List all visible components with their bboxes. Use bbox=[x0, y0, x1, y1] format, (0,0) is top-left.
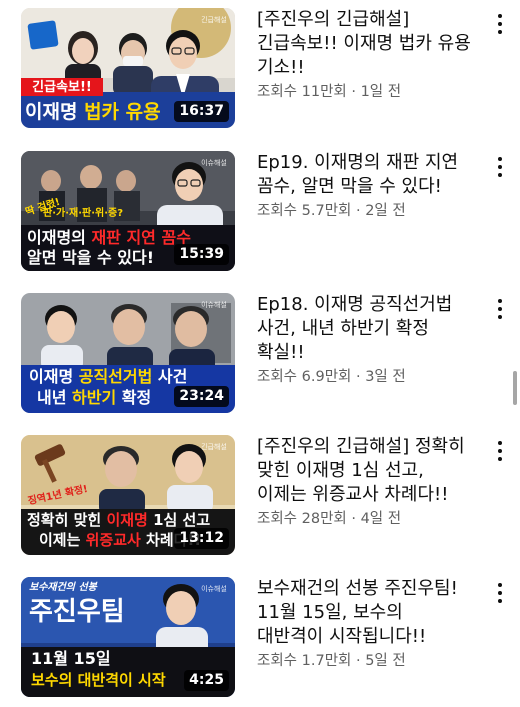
thumbnail-big-text: 주진우팀 bbox=[29, 597, 125, 627]
video-title[interactable]: Ep19. 이재명의 재판 지연 꼼수, 알면 막을 수 있다! bbox=[257, 151, 472, 199]
caption-highlight: 공직선거법 bbox=[78, 367, 153, 386]
video-meta: Ep19. 이재명의 재판 지연 꼼수, 알면 막을 수 있다! 조회수 5.7… bbox=[257, 151, 472, 221]
video-thumbnail[interactable]: 보수재건의 선봉 주진우팀 11월 15일 보수의 대반격이 시작 이슈해설 4… bbox=[21, 577, 235, 697]
thumbnail-subtitle: 판·가·재·판·위·증? bbox=[43, 208, 123, 219]
vertical-ellipsis-icon bbox=[488, 157, 512, 177]
duration-badge: 13:12 bbox=[174, 528, 229, 549]
vertical-ellipsis-icon bbox=[488, 14, 512, 34]
caption-part: 이재명 bbox=[29, 367, 79, 386]
more-options-button[interactable] bbox=[488, 157, 512, 185]
video-stats: 조회수 5.7만회 · 2일 전 bbox=[257, 203, 406, 219]
duration-badge: 15:39 bbox=[174, 244, 229, 265]
more-options-button[interactable] bbox=[488, 14, 512, 42]
caption-part: 사건 bbox=[152, 367, 188, 386]
caption-highlight: 하반기 bbox=[72, 388, 117, 407]
video-item[interactable]: 긴급속보!! 이재명 법카 유용 긴급해설 16:37 [주진우의 긴급해설] … bbox=[0, 8, 520, 138]
channel-logo: 이슈해설 bbox=[201, 585, 227, 593]
video-thumbnail[interactable]: 이재명 공직선거법 사건 내년 하반기 확정 이슈해설 23:24 bbox=[21, 293, 235, 413]
caption-part: 이재명의 bbox=[27, 228, 92, 247]
thumbnail-badge: 긴급속보!! bbox=[32, 80, 92, 95]
caption-part: 내년 bbox=[37, 388, 73, 407]
video-feed: 긴급속보!! 이재명 법카 유용 긴급해설 16:37 [주진우의 긴급해설] … bbox=[0, 0, 520, 700]
video-title[interactable]: [주진우의 긴급해설] 긴급속보!! 이재명 법카 유용 기소!! bbox=[257, 8, 472, 80]
video-meta: [주진우의 긴급해설] 긴급속보!! 이재명 법카 유용 기소!! 조회수 11… bbox=[257, 8, 472, 102]
caption-part: 이제는 bbox=[39, 531, 86, 549]
vertical-ellipsis-icon bbox=[488, 441, 512, 461]
video-stats: 조회수 11만회 · 1일 전 bbox=[257, 84, 402, 100]
caption-highlight: 법카 유용 bbox=[84, 101, 161, 123]
video-item[interactable]: 딱 걸렸! 판·가·재·판·위·증? 이재명의 재판 지연 꼼수 알면 막을 수… bbox=[0, 151, 520, 281]
channel-logo: 이슈해설 bbox=[201, 159, 227, 167]
video-stats: 조회수 28만회 · 4일 전 bbox=[257, 511, 402, 527]
video-title[interactable]: 보수재건의 선봉 주진우팀! 11월 15일, 보수의 대반격이 시작됩니다!! bbox=[257, 577, 472, 649]
more-options-button[interactable] bbox=[488, 583, 512, 611]
video-title[interactable]: Ep18. 이재명 공직선거법 사건, 내년 하반기 확정 확실!! bbox=[257, 293, 472, 365]
scrollbar-thumb[interactable] bbox=[513, 371, 517, 405]
video-thumbnail[interactable]: 징역1년 확정! 정확히 맞힌 이재명 1심 선고 이제는 위증교사 차례다!!… bbox=[21, 435, 235, 555]
caption-highlight: 이재명 bbox=[106, 511, 148, 529]
thumbnail-caption: 이재명 공직선거법 사건 bbox=[29, 369, 235, 385]
video-thumbnail[interactable]: 긴급속보!! 이재명 법카 유용 긴급해설 16:37 bbox=[21, 8, 235, 128]
video-meta: Ep18. 이재명 공직선거법 사건, 내년 하반기 확정 확실!! 조회수 6… bbox=[257, 293, 472, 387]
thumbnail-caption: 11월 15일 bbox=[31, 649, 111, 668]
caption-part: 이재명 bbox=[25, 101, 85, 123]
caption-highlight: 위증교사 bbox=[85, 531, 141, 549]
more-options-button[interactable] bbox=[488, 299, 512, 327]
video-stats: 조회수 1.7만회 · 5일 전 bbox=[257, 653, 406, 669]
caption-part: 1심 선고 bbox=[147, 511, 211, 529]
channel-logo: 긴급해설 bbox=[201, 443, 227, 451]
video-item[interactable]: 이재명 공직선거법 사건 내년 하반기 확정 이슈해설 23:24 Ep18. … bbox=[0, 293, 520, 423]
duration-badge: 4:25 bbox=[184, 670, 229, 691]
vertical-ellipsis-icon bbox=[488, 583, 512, 603]
vertical-ellipsis-icon bbox=[488, 299, 512, 319]
caption-part: 확정 bbox=[116, 388, 152, 407]
caption-part: 정확히 맞힌 bbox=[27, 511, 107, 529]
video-item[interactable]: 징역1년 확정! 정확히 맞힌 이재명 1심 선고 이제는 위증교사 차례다!!… bbox=[0, 435, 520, 565]
video-meta: 보수재건의 선봉 주진우팀! 11월 15일, 보수의 대반격이 시작됩니다!!… bbox=[257, 577, 472, 671]
video-stats: 조회수 6.9만회 · 3일 전 bbox=[257, 369, 406, 385]
thumbnail-caption: 정확히 맞힌 이재명 1심 선고 bbox=[27, 513, 235, 528]
video-thumbnail[interactable]: 딱 걸렸! 판·가·재·판·위·증? 이재명의 재판 지연 꼼수 알면 막을 수… bbox=[21, 151, 235, 271]
channel-logo: 긴급해설 bbox=[201, 16, 227, 24]
video-item[interactable]: 보수재건의 선봉 주진우팀 11월 15일 보수의 대반격이 시작 이슈해설 4… bbox=[0, 577, 520, 707]
duration-badge: 23:24 bbox=[174, 386, 229, 407]
channel-logo: 이슈해설 bbox=[201, 301, 227, 309]
duration-badge: 16:37 bbox=[174, 101, 229, 122]
thumbnail-small-text: 보수재건의 선봉 bbox=[29, 582, 97, 593]
video-title[interactable]: [주진우의 긴급해설] 정확히 맞힌 이재명 1심 선고, 이제는 위증교사 차… bbox=[257, 435, 472, 507]
video-meta: [주진우의 긴급해설] 정확히 맞힌 이재명 1심 선고, 이제는 위증교사 차… bbox=[257, 435, 472, 529]
more-options-button[interactable] bbox=[488, 441, 512, 469]
